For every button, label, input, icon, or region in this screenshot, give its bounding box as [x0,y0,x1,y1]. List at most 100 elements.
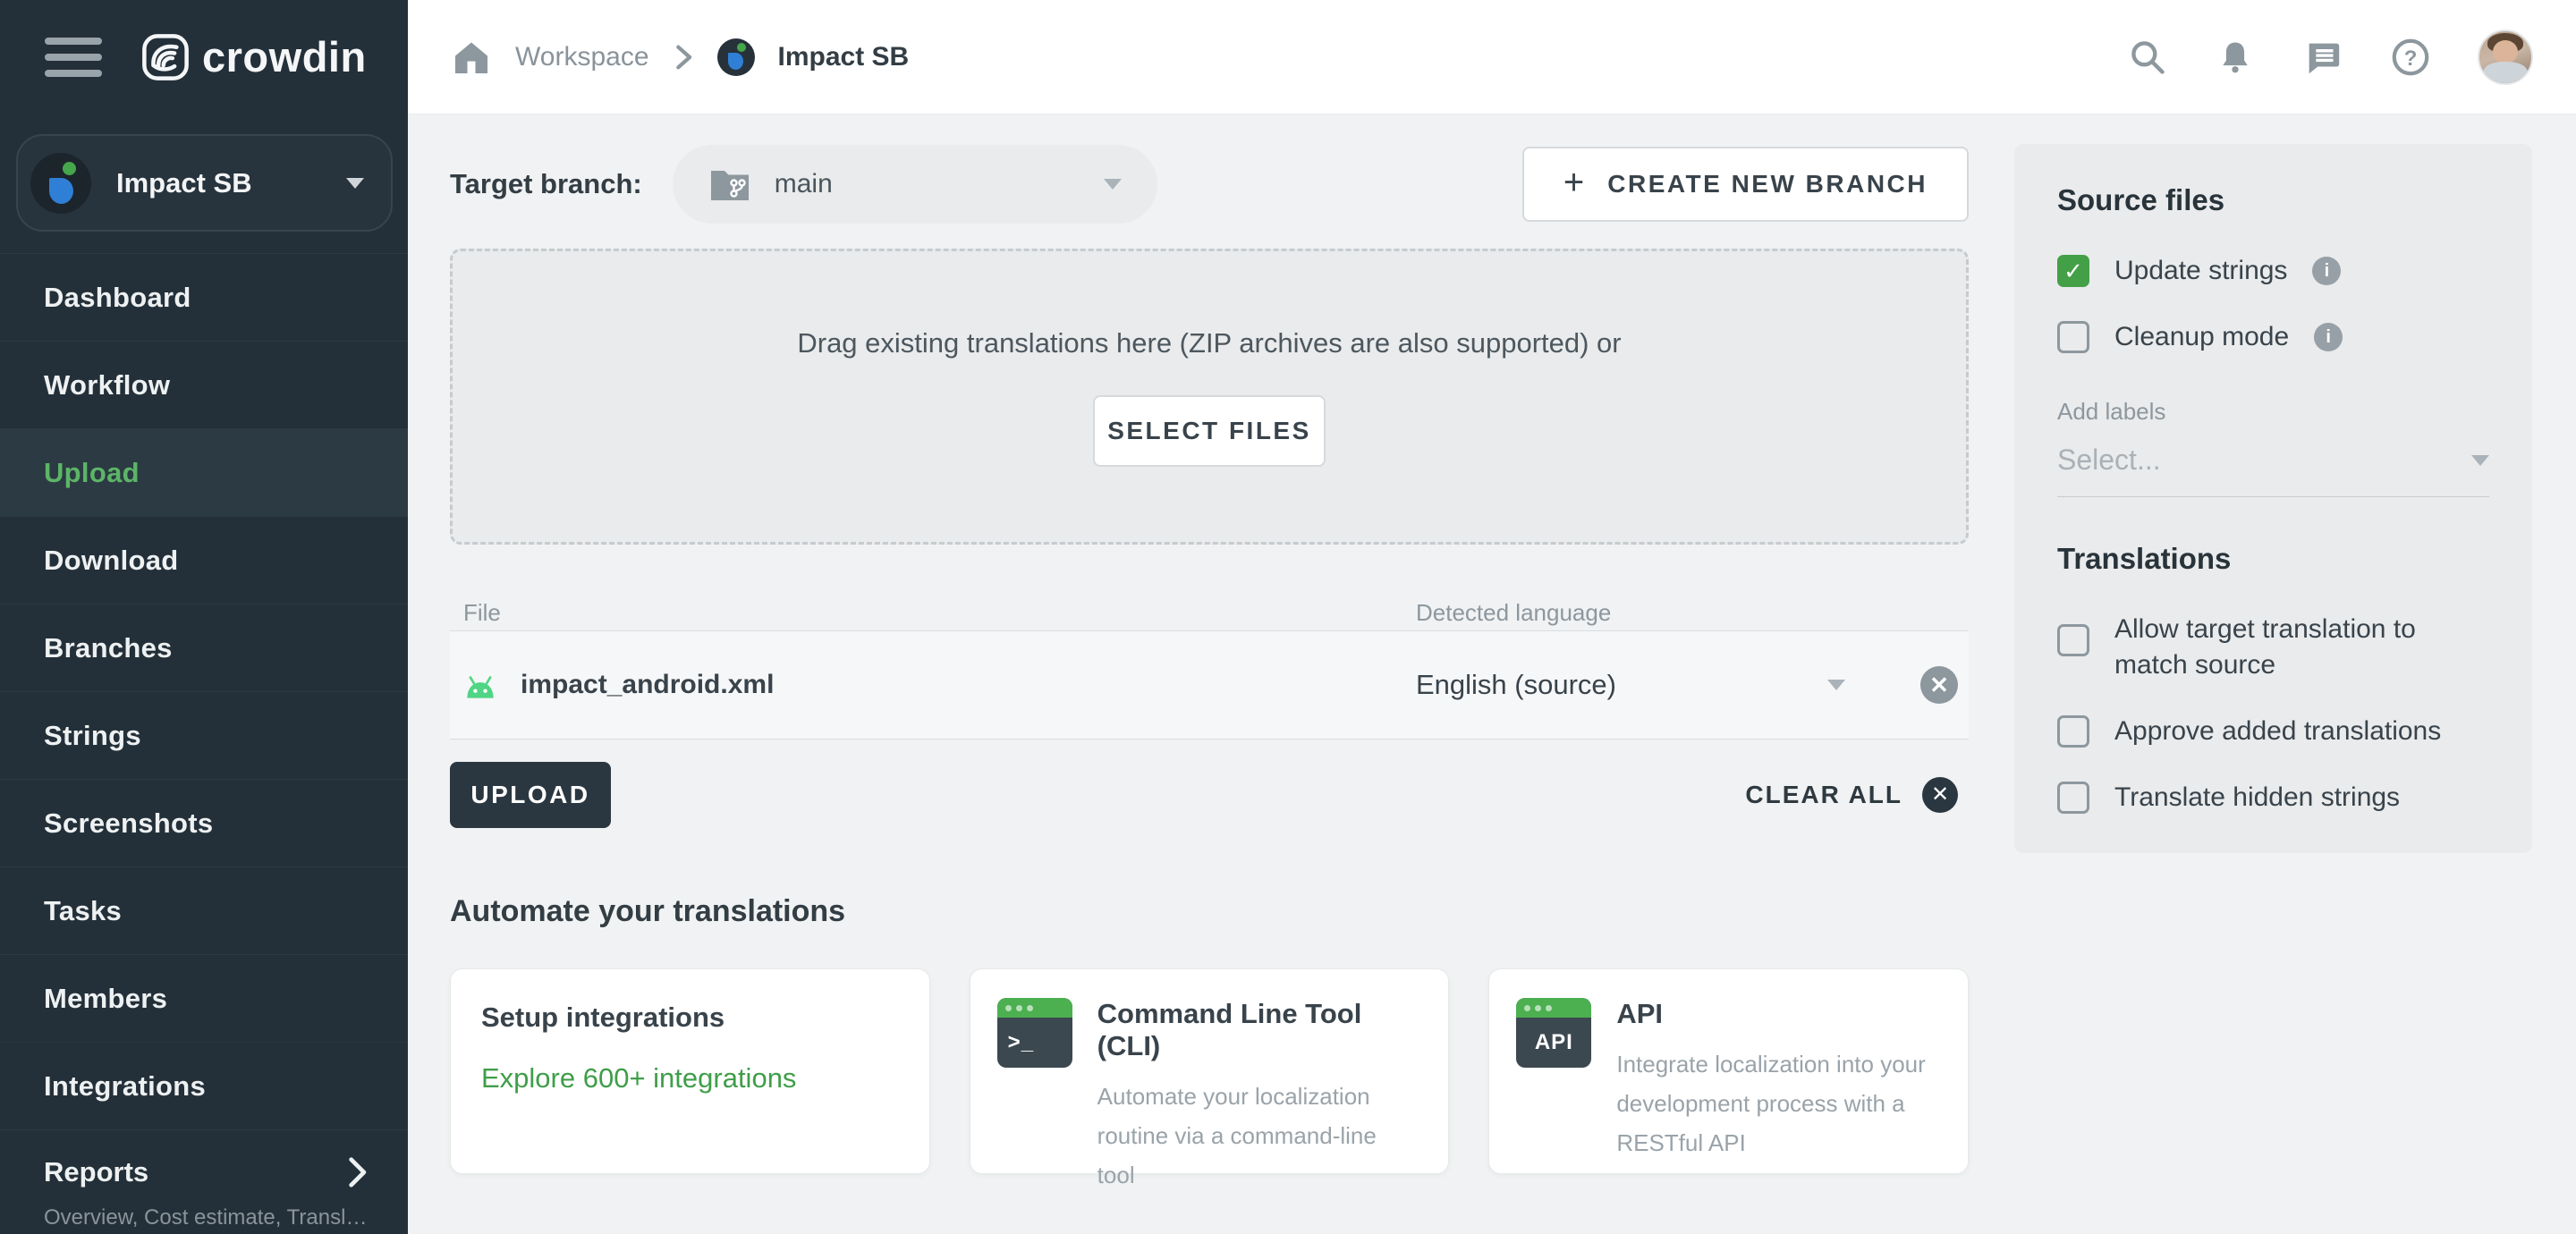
breadcrumb-project-icon [716,38,755,76]
crowdin-wordmark: crowdin [202,33,367,80]
labels-select[interactable]: Select... [2057,444,2489,497]
branch-folder-icon [708,165,751,203]
chevron-down-icon [2471,454,2489,466]
info-icon[interactable]: i [2314,323,2343,351]
sidebar-item-members[interactable]: Members [0,954,408,1042]
clear-all-button[interactable]: CLEAR ALL ✕ [1745,777,1958,813]
translate-hidden-checkbox[interactable] [2057,782,2089,814]
language-select[interactable]: English (source) [1416,669,1845,701]
cleanup-mode-label: Cleanup mode [2114,322,2290,351]
android-icon [467,676,494,698]
card-title: Command Line Tool (CLI) [1097,998,1362,1061]
sidebar-item-branches[interactable]: Branches [0,604,408,691]
plus-icon: + [1563,162,1585,202]
right-column: Workspace Impact SB ? Target branch: mai… [408,0,2576,1234]
upload-button[interactable]: UPLOAD [450,762,611,828]
file-cell: impact_android.xml [450,670,1416,700]
cleanup-mode-option: Cleanup mode i [2057,319,2489,355]
sidebar: crowdin Impact SB Dashboard Workflow Upl… [0,0,408,1234]
target-branch-row: Target branch: main + CREATE NEW BRANCH [450,144,1969,224]
breadcrumb-workspace[interactable]: Workspace [515,42,649,72]
approve-added-checkbox[interactable] [2057,715,2089,748]
sidebar-item-screenshots[interactable]: Screenshots [0,779,408,866]
card-description: Automate your localization routine via a… [1097,1083,1377,1188]
question-icon[interactable]: ? [2390,37,2431,78]
approve-added-option: Approve added translations [2057,714,2489,749]
add-labels-label: Add labels [2057,398,2166,425]
column-file: File [463,598,501,626]
actions-row: UPLOAD CLEAR ALL ✕ [450,762,1969,828]
select-files-button[interactable]: SELECT FILES [1093,394,1326,467]
card-setup-integrations[interactable]: Setup integrations Explore 600+ integrat… [450,968,930,1174]
branch-select-value: main [774,169,833,199]
file-name: impact_android.xml [521,670,775,699]
sidebar-item-tasks[interactable]: Tasks [0,866,408,954]
explore-integrations-link[interactable]: Explore 600+ integrations [481,1062,796,1095]
allow-target-match-option: Allow target translation to match source [2057,612,2489,683]
sidebar-item-download[interactable]: Download [0,516,408,604]
topbar: Workspace Impact SB ? [408,0,2576,114]
cleanup-mode-checkbox[interactable] [2057,321,2089,353]
sidebar-item-integrations[interactable]: Integrations [0,1042,408,1129]
language-value: English (source) [1416,669,1616,700]
card-title: Setup integrations [481,1002,725,1033]
translate-hidden-label: Translate hidden strings [2114,782,2401,812]
automation-cards: Setup integrations Explore 600+ integrat… [450,968,1970,1188]
card-title: API [1616,998,1664,1029]
update-strings-checkbox[interactable]: ✓ [2057,255,2089,287]
chevron-down-icon [1103,179,1122,190]
crowdin-logo-icon [142,33,189,80]
reports-label: Reports [44,1156,149,1188]
terminal-icon: >_ [996,998,1072,1068]
sidebar-item-strings[interactable]: Strings [0,691,408,779]
content: Target branch: main + CREATE NEW BRANCH … [408,114,2576,1234]
sidebar-item-dashboard[interactable]: Dashboard [0,253,408,341]
translations-title: Translations [2057,542,2232,575]
update-strings-label: Update strings [2114,256,2288,285]
sidebar-item-workflow[interactable]: Workflow [0,341,408,428]
create-new-branch-button[interactable]: + CREATE NEW BRANCH [1521,147,1969,222]
card-cli[interactable]: >_ Command Line Tool (CLI) Automate your… [969,968,1450,1188]
topbar-icons: ? [2127,29,2533,85]
automate-title: Automate your translations [450,894,846,928]
chevron-down-icon [346,177,364,189]
clear-all-label: CLEAR ALL [1745,781,1902,808]
breadcrumb: Workspace Impact SB [451,37,909,78]
app-root: crowdin Impact SB Dashboard Workflow Upl… [0,0,2576,1234]
files-table: File Detected language impact_android.xm… [450,595,1969,740]
project-name: Impact SB [116,166,252,199]
approve-added-label: Approve added translations [2114,716,2442,746]
menu-icon[interactable] [45,37,102,77]
card-api[interactable]: API API Integrate localization into your… [1488,968,1970,1174]
update-strings-option: ✓ Update strings i [2057,253,2489,289]
labels-select-placeholder: Select... [2057,444,2161,476]
create-new-branch-label: CREATE NEW BRANCH [1607,170,1928,198]
sidebar-logo-row: crowdin [0,0,408,114]
allow-target-match-checkbox[interactable] [2057,624,2089,656]
remove-file-button[interactable]: ✕ [1920,666,1958,704]
bell-icon[interactable] [2215,37,2256,78]
info-icon[interactable]: i [2312,257,2342,285]
svg-text:?: ? [2404,46,2418,70]
dropzone[interactable]: Drag existing translations here (ZIP arc… [450,249,1969,545]
search-icon[interactable] [2127,37,2168,78]
files-table-header: File Detected language [450,595,1969,630]
card-description: Integrate localization into your develop… [1616,1051,1926,1156]
branch-select[interactable]: main [672,145,1157,224]
sidebar-item-reports[interactable]: Reports Overview, Cost estimate, Transl… [0,1129,408,1230]
chevron-right-icon [673,42,694,72]
translate-hidden-option: Translate hidden strings [2057,780,2489,816]
sidebar-item-upload[interactable]: Upload [0,428,408,516]
chat-icon[interactable] [2302,37,2343,78]
dropzone-text: Drag existing translations here (ZIP arc… [797,326,1622,359]
home-icon[interactable] [451,37,492,78]
avatar[interactable] [2478,29,2533,85]
table-row: impact_android.xml English (source) ✕ [450,630,1969,740]
api-window-icon: API [1516,998,1592,1068]
close-circle-icon: ✕ [1922,777,1958,813]
source-files-title: Source files [2057,183,2225,216]
chevron-down-icon [1827,680,1845,690]
project-switcher[interactable]: Impact SB [16,134,393,232]
upload-main: Target branch: main + CREATE NEW BRANCH … [450,144,1970,1234]
reports-sublabel: Overview, Cost estimate, Transl… [44,1205,368,1230]
